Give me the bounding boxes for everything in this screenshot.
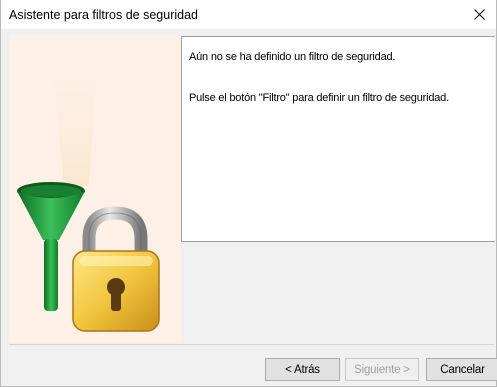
cancel-button[interactable]: Cancelar xyxy=(426,358,497,381)
close-icon xyxy=(473,9,485,20)
footer-separator xyxy=(9,344,494,345)
title-bar[interactable]: Asistente para filtros de seguridad xyxy=(1,0,496,29)
next-button[interactable]: Siguiente > xyxy=(345,358,419,381)
wizard-illustration xyxy=(9,35,181,343)
message-panel: Aún no se ha definido un filtro de segur… xyxy=(181,36,495,242)
message-line-2: Pulse el botón "Filtro" para definir un … xyxy=(189,92,449,104)
close-button[interactable] xyxy=(462,0,496,29)
padlock-icon xyxy=(72,206,160,332)
illustration-art xyxy=(17,35,160,332)
dialog-body: Aún no se ha definido un filtro de segur… xyxy=(1,29,497,386)
back-button[interactable]: < Atrás xyxy=(265,358,340,381)
message-line-1: Aún no se ha definido un filtro de segur… xyxy=(189,51,396,63)
wizard-dialog: Asistente para filtros de seguridad Aún … xyxy=(0,0,497,387)
window-title: Asistente para filtros de seguridad xyxy=(9,8,198,22)
